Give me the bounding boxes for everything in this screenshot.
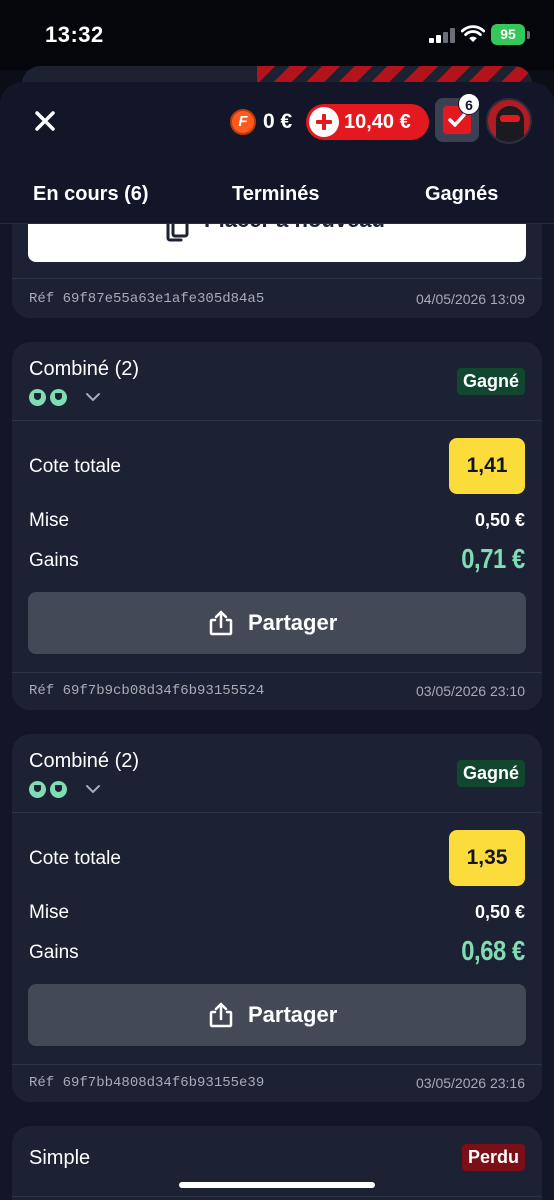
gains-value: 0,71 € (461, 543, 525, 574)
divider (12, 672, 542, 673)
gains-value: 0,68 € (461, 935, 525, 966)
tab-bar: En cours (6) Terminés Gagnés (0, 174, 554, 214)
bet-type: Combiné (2) (29, 750, 140, 772)
bet-date: 03/05/2026 23:10 (416, 683, 525, 699)
avatar[interactable] (486, 98, 532, 144)
bet-ref: Réf 69f87e55a63e1afe305d84a5 (29, 291, 265, 307)
stake-value: 0,50 € (474, 902, 525, 922)
trophy-icon (29, 781, 46, 798)
trophy-icon (50, 389, 67, 406)
bet-type: Simple (29, 1147, 91, 1169)
close-icon[interactable] (30, 106, 60, 136)
bets-count-badge: 6 (458, 93, 480, 115)
share-label: Partager (248, 1002, 338, 1027)
freebet-icon: F (230, 109, 256, 135)
sheet-header: F 0 € 10,40 € 6 En cours (6) Terminés Ga… (0, 82, 554, 224)
gains-label: Gains (29, 942, 79, 963)
status-badge: Gagné (456, 368, 525, 395)
odds-label: Cote totale (29, 456, 121, 477)
bet-card: Combiné (2) Gagné Cote totale 1,35 Mise … (12, 734, 542, 1102)
tab-en-cours[interactable]: En cours (6) (33, 174, 149, 214)
total-odds: 1,41 (449, 438, 525, 494)
trophy-icon (50, 781, 67, 798)
divider (12, 420, 542, 421)
share-label: Partager (248, 610, 338, 635)
gains-label: Gains (29, 550, 79, 571)
chevron-down-icon[interactable] (85, 782, 101, 796)
status-badge: Perdu (461, 1144, 525, 1171)
status-badge: Gagné (456, 760, 525, 787)
divider (12, 812, 542, 813)
stake-value: 0,50 € (474, 510, 525, 530)
divider (12, 1064, 542, 1065)
share-button[interactable]: Partager (28, 592, 526, 654)
bet-ref: Réf 69f7bb4808d34f6b93155e39 (29, 1075, 265, 1091)
bet-card: Combiné (2) Gagné Cote totale 1,41 Mise … (12, 342, 542, 710)
freebet-amount: 0 € (263, 110, 293, 133)
divider (12, 278, 542, 279)
stake-label: Mise (29, 902, 70, 923)
divider (12, 1196, 542, 1197)
plus-icon (309, 107, 339, 137)
odds-label: Cote totale (29, 848, 121, 869)
my-bets-sheet: F 0 € 10,40 € 6 En cours (6) Terminés Ga… (0, 82, 554, 1200)
battery-icon: 95 (491, 24, 525, 45)
chevron-down-icon[interactable] (85, 390, 101, 404)
trophy-icon (29, 389, 46, 406)
bet-date: 03/05/2026 23:16 (416, 1075, 525, 1091)
tab-gagnes[interactable]: Gagnés (425, 174, 498, 214)
bet-card: Simple Perdu (12, 1126, 542, 1200)
balance-button[interactable]: 10,40 € (306, 104, 429, 140)
bet-ref: Réf 69f7b9cb08d34f6b93155524 (29, 683, 265, 699)
stake-label: Mise (29, 510, 70, 531)
share-button[interactable]: Partager (28, 984, 526, 1046)
share-icon (209, 610, 233, 636)
status-bar: 13:32 95 (0, 0, 554, 70)
signal-icon (429, 28, 456, 43)
bet-date: 04/05/2026 13:09 (416, 291, 525, 307)
share-icon (209, 1002, 233, 1028)
bet-type: Combiné (2) (29, 358, 140, 380)
status-time: 13:32 (45, 22, 104, 47)
home-indicator[interactable] (179, 1182, 375, 1188)
wifi-icon (461, 25, 485, 42)
total-odds: 1,35 (449, 830, 525, 886)
tab-termines[interactable]: Terminés (232, 174, 319, 214)
battery-cap (527, 31, 530, 39)
balance-amount: 10,40 € (344, 111, 411, 133)
